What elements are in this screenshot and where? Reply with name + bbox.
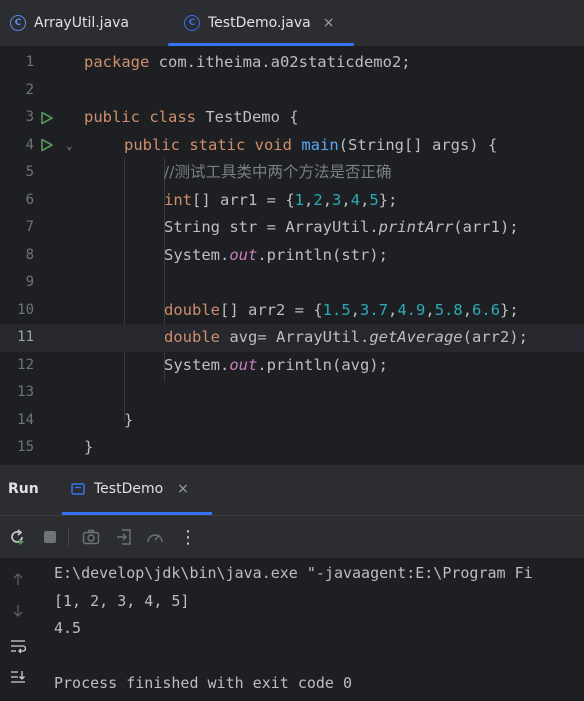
code-line: 9 bbox=[0, 269, 584, 297]
stop-icon[interactable] bbox=[40, 527, 60, 547]
camera-icon[interactable] bbox=[81, 527, 101, 547]
code-text: double avg= ArrayUtil.getAverage(arr2); bbox=[164, 328, 528, 346]
code-text: int[] arr1 = {1,2,3,4,5}; bbox=[164, 190, 398, 209]
close-icon[interactable]: × bbox=[323, 15, 335, 31]
console-output[interactable]: E:\develop\jdk\bin\java.exe "-javaagent:… bbox=[0, 558, 584, 701]
code-text: public class TestDemo { bbox=[84, 108, 299, 126]
run-tab-label: TestDemo bbox=[94, 481, 164, 497]
scroll-to-end-icon[interactable] bbox=[8, 669, 28, 689]
soft-wrap-icon[interactable] bbox=[8, 638, 28, 658]
code-text: double[] arr2 = {1.5,3.7,4.9,5.8,6.6}; bbox=[164, 300, 519, 319]
code-editor[interactable]: 1 package com.itheima.a02staticdemo2; 2 … bbox=[0, 46, 584, 463]
line-number: 4 bbox=[25, 136, 34, 153]
code-line: 1 package com.itheima.a02staticdemo2; bbox=[0, 49, 584, 77]
code-line: 7 String str = ArrayUtil.printArr(arr1); bbox=[0, 214, 584, 242]
tab-label: ArrayUtil.java bbox=[34, 15, 130, 31]
code-line: 12 System.out.println(avg); bbox=[0, 352, 584, 380]
tab-label: TestDemo.java bbox=[208, 15, 311, 31]
line-number: 14 bbox=[17, 411, 34, 428]
console-line: [1, 2, 3, 4, 5] bbox=[54, 591, 190, 610]
code-comment: //测试工具类中两个方法是否正确 bbox=[164, 163, 392, 181]
tab-testdemo[interactable]: C TestDemo.java × bbox=[184, 0, 334, 46]
run-icon[interactable] bbox=[40, 132, 56, 160]
toolbar-divider bbox=[68, 528, 69, 546]
line-number: 6 bbox=[25, 191, 34, 208]
arrow-down-icon[interactable] bbox=[8, 603, 28, 623]
code-line: 6 int[] arr1 = {1,2,3,4,5}; bbox=[0, 187, 584, 215]
chevron-down-icon[interactable]: ⌄ bbox=[66, 132, 73, 160]
line-number: 2 bbox=[25, 81, 34, 98]
code-text: package com.itheima.a02staticdemo2; bbox=[84, 53, 411, 71]
line-number: 8 bbox=[25, 246, 34, 263]
java-run-icon bbox=[71, 483, 85, 495]
code-line: 14 } bbox=[0, 407, 584, 435]
code-line: 15 } bbox=[0, 434, 584, 462]
rerun-icon[interactable] bbox=[7, 527, 27, 547]
class-icon: C bbox=[184, 15, 200, 31]
editor-tab-bar: C ArrayUtil.java C TestDemo.java × bbox=[0, 0, 584, 46]
code-line: 8 System.out.println(str); bbox=[0, 242, 584, 270]
code-line: 2 bbox=[0, 77, 584, 105]
line-number: 15 bbox=[17, 439, 34, 455]
run-icon[interactable] bbox=[40, 104, 56, 132]
tab-arrayutil[interactable]: C ArrayUtil.java bbox=[10, 0, 129, 46]
line-number: 7 bbox=[25, 219, 34, 235]
line-number: 11 bbox=[17, 329, 34, 345]
gauge-icon[interactable] bbox=[145, 527, 165, 547]
code-line-current: 11 double avg= ArrayUtil.getAverage(arr2… bbox=[0, 324, 584, 352]
more-options-icon[interactable]: ⋮ bbox=[178, 527, 198, 548]
console-side-toolbar bbox=[0, 558, 36, 701]
code-line: 5 //测试工具类中两个方法是否正确 bbox=[0, 159, 584, 187]
code-text: String str = ArrayUtil.printArr(arr1); bbox=[164, 218, 519, 236]
code-text: } bbox=[84, 438, 94, 456]
code-line: 13 bbox=[0, 379, 584, 407]
code-text: System.out.println(str); bbox=[164, 245, 388, 264]
arrow-up-icon[interactable] bbox=[8, 571, 28, 591]
line-number: 10 bbox=[17, 301, 34, 318]
line-number: 5 bbox=[25, 164, 34, 180]
line-number: 12 bbox=[17, 356, 34, 373]
line-number: 9 bbox=[25, 274, 34, 290]
code-text: System.out.println(avg); bbox=[164, 355, 388, 374]
line-number: 1 bbox=[25, 54, 34, 70]
close-icon[interactable]: × bbox=[177, 481, 189, 497]
console-line: 4.5 bbox=[54, 619, 82, 637]
console-line: Process finished with exit code 0 bbox=[54, 674, 353, 692]
run-tool-window-header: Run TestDemo × bbox=[0, 464, 584, 515]
run-config-tab[interactable]: TestDemo × bbox=[70, 481, 189, 497]
exit-icon[interactable] bbox=[114, 527, 134, 547]
code-line: 4 ⌄ public static void main(String[] arg… bbox=[0, 132, 584, 160]
console-line: E:\develop\jdk\bin\java.exe "-javaagent:… bbox=[54, 564, 533, 582]
run-toolbar: ⋮ bbox=[0, 515, 584, 558]
class-icon: C bbox=[10, 15, 26, 31]
code-text: } bbox=[124, 410, 134, 429]
code-line: 3 public class TestDemo { bbox=[0, 104, 584, 132]
line-number: 13 bbox=[17, 384, 34, 400]
code-text: public static void main(String[] args) { bbox=[124, 135, 498, 154]
line-number: 3 bbox=[25, 109, 34, 125]
run-panel-title: Run bbox=[8, 481, 39, 497]
code-line: 10 double[] arr2 = {1.5,3.7,4.9,5.8,6.6}… bbox=[0, 297, 584, 325]
